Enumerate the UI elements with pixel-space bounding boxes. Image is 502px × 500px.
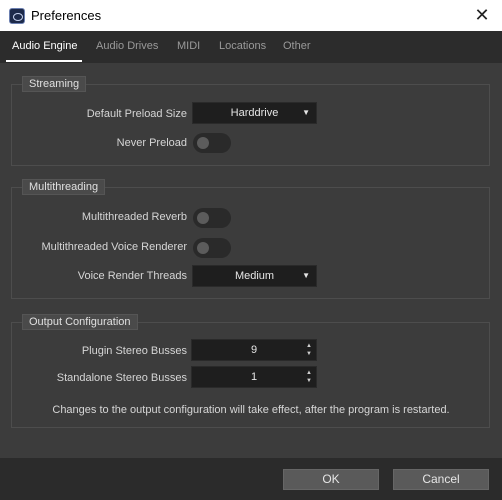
toggle-knob bbox=[197, 137, 209, 149]
streaming-group: Streaming Default Preload Size Harddrive… bbox=[11, 76, 490, 166]
toggle-knob bbox=[197, 212, 209, 224]
spin-arrows-icon[interactable]: ▲ ▼ bbox=[305, 369, 313, 385]
voice-render-threads-label: Voice Render Threads bbox=[77, 270, 187, 282]
multithreaded-voice-renderer-toggle[interactable] bbox=[193, 238, 231, 258]
voice-render-threads-select[interactable]: Medium ▼ bbox=[192, 265, 317, 287]
default-preload-label: Default Preload Size bbox=[86, 108, 187, 120]
streaming-group-title: Streaming bbox=[22, 76, 87, 92]
close-icon[interactable]: ✕ bbox=[470, 3, 494, 27]
tab-other[interactable]: Other bbox=[283, 40, 311, 52]
never-preload-toggle[interactable] bbox=[193, 133, 231, 153]
default-preload-value: Harddrive bbox=[230, 107, 279, 119]
plugin-stereo-busses-spinbox[interactable]: 9 ▲ ▼ bbox=[191, 339, 317, 361]
app-icon bbox=[9, 8, 25, 24]
window-title: Preferences bbox=[31, 8, 102, 23]
dialog-footer: OK Cancel bbox=[0, 458, 502, 500]
tab-bar: Audio Engine Audio Drives MIDI Locations… bbox=[0, 31, 502, 63]
default-preload-select[interactable]: Harddrive ▼ bbox=[192, 102, 317, 124]
cancel-button[interactable]: Cancel bbox=[393, 469, 489, 490]
tab-locations[interactable]: Locations bbox=[219, 40, 266, 52]
standalone-stereo-busses-spinbox[interactable]: 1 ▲ ▼ bbox=[191, 366, 317, 388]
spin-arrows-icon[interactable]: ▲ ▼ bbox=[305, 342, 313, 358]
audio-engine-panel: Streaming Default Preload Size Harddrive… bbox=[0, 63, 502, 458]
multithreaded-reverb-toggle[interactable] bbox=[193, 208, 231, 228]
chevron-down-icon: ▼ bbox=[302, 271, 310, 280]
plugin-stereo-busses-label: Plugin Stereo Busses bbox=[81, 345, 187, 357]
multithreading-group-title: Multithreading bbox=[22, 179, 106, 195]
plugin-stereo-busses-value: 9 bbox=[250, 344, 258, 356]
active-tab-indicator bbox=[6, 60, 82, 62]
toggle-knob bbox=[197, 242, 209, 254]
ok-button[interactable]: OK bbox=[283, 469, 379, 490]
title-bar: Preferences ✕ bbox=[0, 0, 502, 32]
never-preload-label: Never Preload bbox=[116, 137, 187, 149]
tab-audio-engine[interactable]: Audio Engine bbox=[12, 40, 77, 52]
chevron-down-icon: ▼ bbox=[302, 108, 310, 117]
multithreaded-voice-renderer-label: Multithreaded Voice Renderer bbox=[41, 241, 187, 253]
output-configuration-group-title: Output Configuration bbox=[22, 314, 138, 330]
restart-notice: Changes to the output configuration will… bbox=[52, 404, 450, 416]
multithreaded-reverb-label: Multithreaded Reverb bbox=[81, 211, 187, 223]
standalone-stereo-busses-value: 1 bbox=[250, 371, 258, 383]
standalone-stereo-busses-label: Standalone Stereo Busses bbox=[56, 372, 187, 384]
tab-midi[interactable]: MIDI bbox=[177, 40, 200, 52]
multithreading-group: Multithreading Multithreaded Reverb Mult… bbox=[11, 179, 490, 299]
voice-render-threads-value: Medium bbox=[234, 270, 275, 282]
tab-audio-drives[interactable]: Audio Drives bbox=[96, 40, 158, 52]
